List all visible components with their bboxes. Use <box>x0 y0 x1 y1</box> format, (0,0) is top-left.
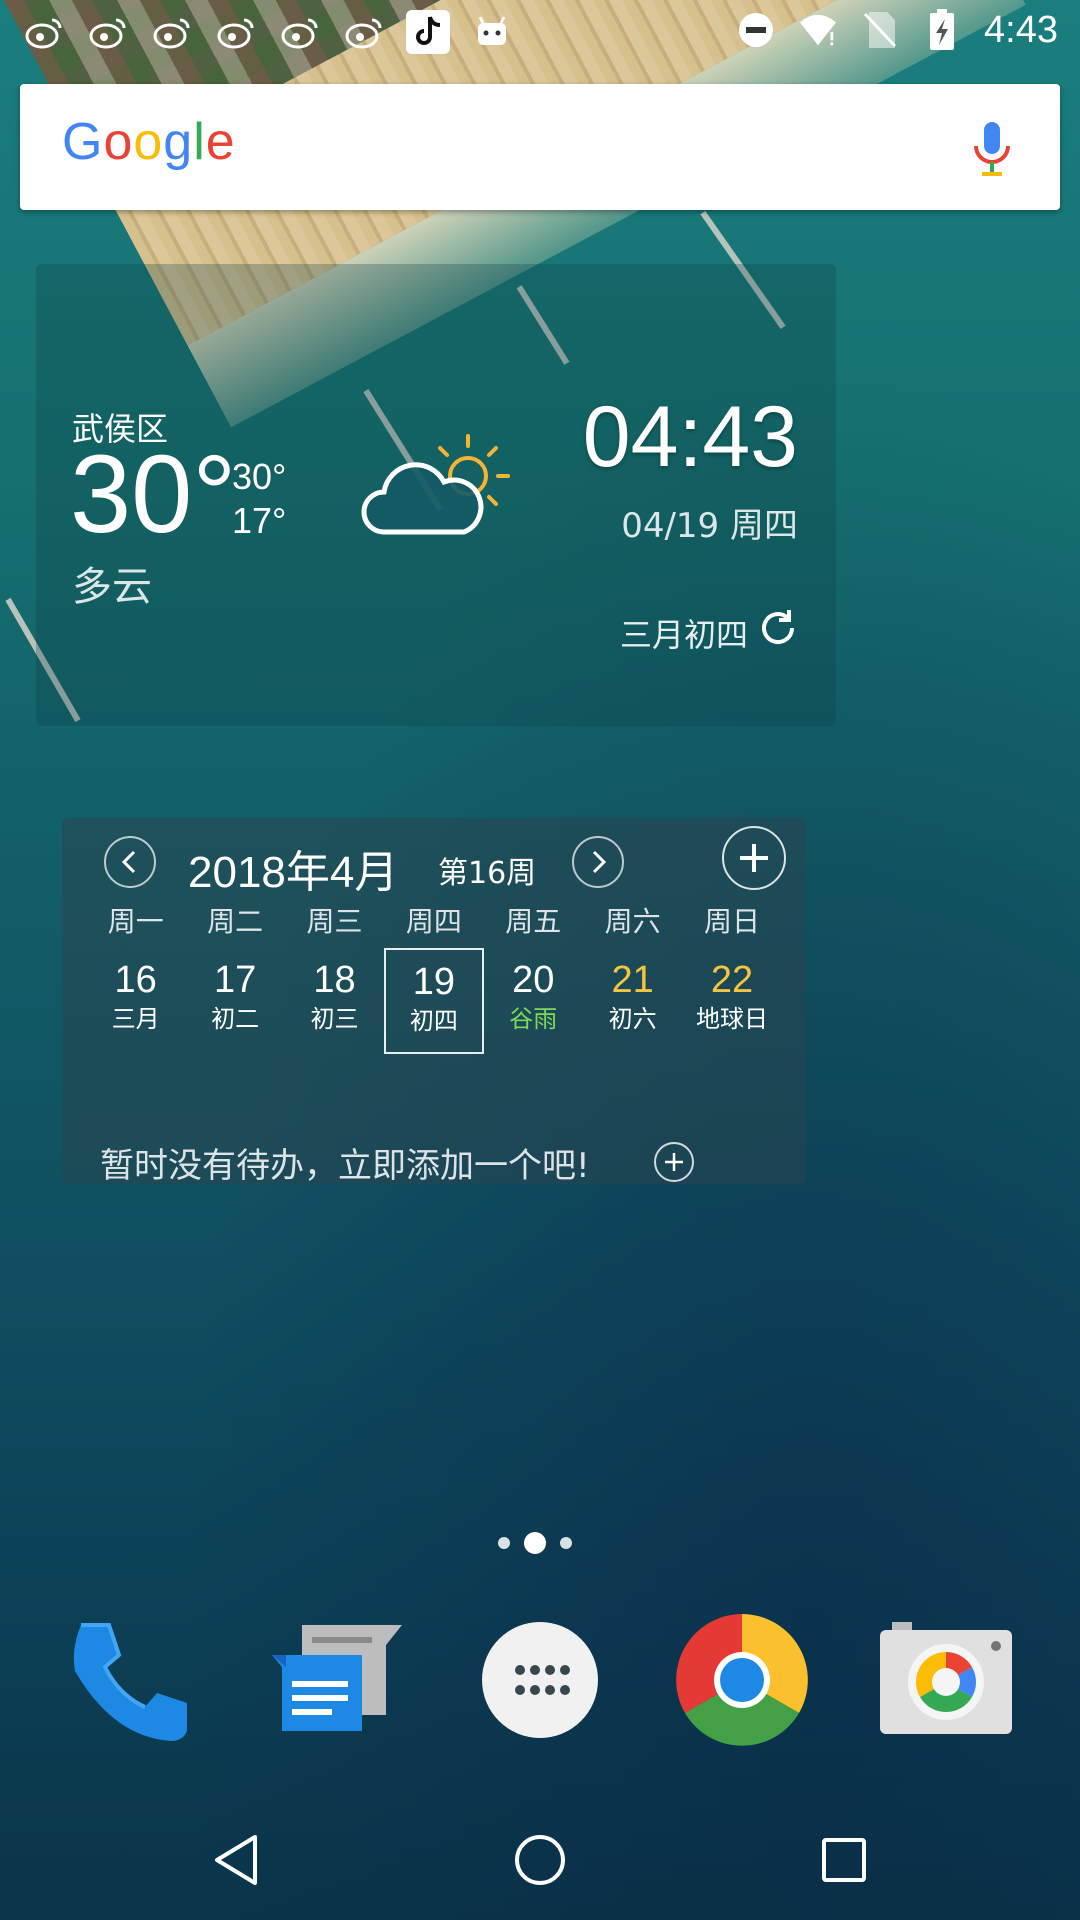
weibo-icon <box>86 10 130 54</box>
current-temperature: 30° <box>70 433 237 556</box>
google-logo-letter: e <box>205 113 236 171</box>
calendar-day[interactable]: 16 三月 <box>86 948 185 1054</box>
weibo-icon <box>22 10 66 54</box>
next-month-button[interactable] <box>572 836 624 888</box>
day-lunar: 初二 <box>211 1005 260 1033</box>
day-solar-term: 谷雨 <box>509 1005 558 1033</box>
google-logo-letter: o <box>103 113 134 171</box>
plus-icon <box>740 844 768 872</box>
status-bar: 4:43 <box>0 0 1080 64</box>
chevron-left-icon <box>121 850 136 874</box>
calendar-day-selected[interactable]: 19 初四 <box>384 948 484 1054</box>
google-logo-letter: o <box>133 113 164 171</box>
page-indicator <box>498 1532 572 1554</box>
page-dot <box>560 1537 572 1549</box>
battery-charging-icon <box>922 8 962 52</box>
google-search-bar[interactable]: Google <box>20 84 1060 210</box>
day-lunar: 地球日 <box>696 1005 769 1033</box>
messages-app-icon[interactable] <box>262 1600 402 1760</box>
weekday-label: 周一 <box>107 905 164 938</box>
weekday-label: 周六 <box>604 905 661 938</box>
weekday-label: 周日 <box>704 905 761 938</box>
partly-cloudy-icon <box>356 426 516 546</box>
empty-todo-message[interactable]: 暂时没有待办，立即添加一个吧! <box>100 1138 590 1187</box>
calendar-day[interactable]: 22 地球日 <box>682 948 781 1054</box>
widget-date: 04/19 周四 <box>621 506 798 546</box>
chevron-right-icon <box>592 850 607 874</box>
lunar-date: 三月初四 <box>619 616 748 654</box>
system-status: 4:43 <box>736 8 1058 52</box>
temperature-high: 30° <box>232 456 287 497</box>
calendar-widget: 2018年4月 第16周 周一 周二 周三 周四 周五 周六 周日 16 三月 1… <box>62 818 806 1187</box>
add-event-button[interactable] <box>722 826 786 890</box>
refresh-icon[interactable] <box>756 606 800 650</box>
app-drawer-icon[interactable] <box>470 1600 610 1760</box>
google-logo-letter: g <box>163 113 194 171</box>
app-dock <box>0 1600 1080 1760</box>
widget-clock-time: 04:43 <box>582 389 798 485</box>
calendar-day[interactable]: 17 初二 <box>185 948 284 1054</box>
add-todo-button[interactable] <box>654 1142 694 1182</box>
day-lunar: 初四 <box>409 1007 458 1035</box>
day-lunar: 初三 <box>310 1005 359 1033</box>
weather-condition: 多云 <box>72 564 152 610</box>
day-number: 20 <box>512 959 555 1001</box>
day-lunar: 三月 <box>111 1005 160 1033</box>
weibo-icon <box>342 10 386 54</box>
google-logo-letter: l <box>193 113 206 171</box>
day-number: 18 <box>313 959 356 1001</box>
google-logo: Google <box>62 112 236 172</box>
weekday-label: 周五 <box>505 905 562 938</box>
calendar-day[interactable]: 21 初六 <box>583 948 682 1054</box>
previous-month-button[interactable] <box>104 836 156 888</box>
day-number: 19 <box>412 961 455 1003</box>
weibo-icon <box>278 10 322 54</box>
day-number: 21 <box>611 959 654 1001</box>
day-number: 17 <box>213 959 257 1001</box>
weekday-label: 周三 <box>306 905 363 938</box>
camera-app-icon[interactable] <box>876 1600 1016 1760</box>
weibo-icon <box>150 10 194 54</box>
wifi-icon <box>798 8 838 52</box>
recents-icon[interactable] <box>812 1828 876 1892</box>
temperature-low: 17° <box>232 500 287 541</box>
chrome-app-icon[interactable] <box>672 1600 812 1760</box>
calendar-month-title: 2018年4月 <box>188 848 399 897</box>
weekday-label: 周四 <box>405 905 462 938</box>
day-number: 22 <box>710 959 754 1001</box>
notification-icons <box>22 10 514 54</box>
navigation-bar <box>0 1800 1080 1920</box>
page-dot <box>498 1537 510 1549</box>
no-sim-icon <box>860 8 900 52</box>
home-icon[interactable] <box>508 1828 572 1892</box>
calendar-day[interactable]: 20 谷雨 <box>484 948 583 1054</box>
douyin-icon <box>406 10 450 54</box>
calendar-week-row: 16 三月 17 初二 18 初三 19 初四 20 谷雨 21 初六 22 地球日 <box>86 948 782 1054</box>
day-number: 16 <box>114 959 157 1001</box>
status-clock: 4:43 <box>984 8 1058 51</box>
plus-icon <box>665 1153 683 1171</box>
back-icon[interactable] <box>204 1828 268 1892</box>
phone-app-icon[interactable] <box>62 1600 202 1760</box>
weather-clock-widget[interactable]: 武侯区 30° 30° 17° 多云 04:43 04/19 周四 三月初四 <box>36 264 836 726</box>
day-lunar: 初六 <box>608 1005 657 1033</box>
microphone-icon[interactable] <box>970 120 1014 180</box>
android-icon <box>470 10 514 54</box>
do-not-disturb-icon <box>736 8 776 52</box>
weekday-header: 周一 周二 周三 周四 周五 周六 周日 <box>86 900 782 940</box>
calendar-day[interactable]: 18 初三 <box>285 948 384 1054</box>
weekday-label: 周二 <box>207 905 264 938</box>
page-dot-active <box>524 1532 546 1554</box>
google-logo-letter: G <box>62 113 104 171</box>
weibo-icon <box>214 10 258 54</box>
calendar-week-number: 第16周 <box>438 856 537 891</box>
